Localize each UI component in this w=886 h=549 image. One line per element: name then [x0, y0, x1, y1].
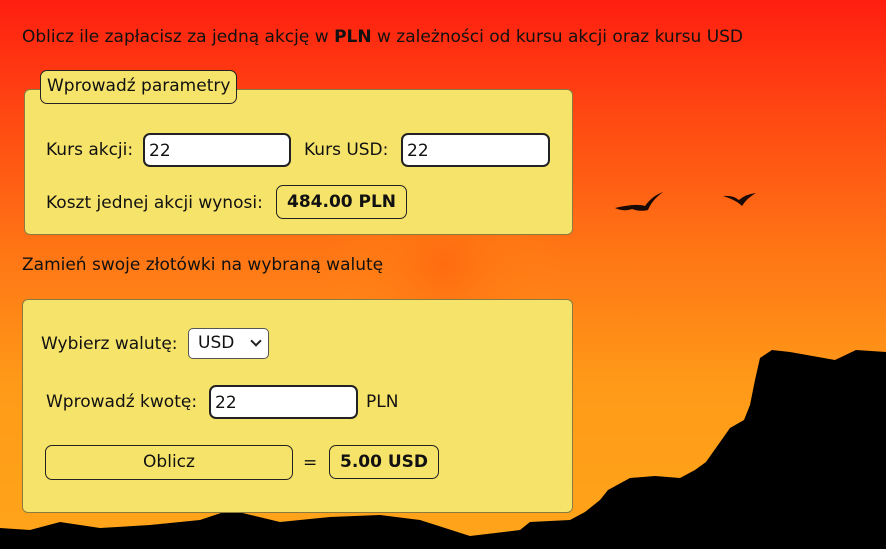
parameters-legend: Wprowadź parametry	[40, 70, 238, 104]
equals-sign: =	[303, 453, 318, 473]
amount-label: Wprowadź kwotę:	[46, 392, 198, 412]
stock-price-input[interactable]: 22	[143, 133, 291, 167]
chevron-down-icon	[250, 335, 262, 347]
conversion-result: 5.00 USD	[329, 445, 440, 479]
currency-label: Wybierz walutę:	[41, 334, 178, 354]
birds-icon	[615, 192, 756, 211]
cost-label: Koszt jednej akcji wynosi:	[46, 193, 263, 213]
amount-unit: PLN	[366, 392, 399, 412]
calculate-button[interactable]: Oblicz	[45, 445, 293, 480]
stock-price-label: Kurs akcji:	[46, 140, 134, 160]
currency-select[interactable]: USD	[188, 328, 269, 359]
usd-rate-label: Kurs USD:	[304, 140, 389, 160]
usd-rate-input[interactable]: 22	[401, 133, 550, 167]
currency-highlight: PLN	[334, 27, 372, 47]
cost-result: 484.00 PLN	[276, 185, 408, 219]
convert-subtitle: Zamień swoje złotówki na wybraną walutę	[22, 255, 384, 275]
amount-input[interactable]: 22	[209, 385, 358, 419]
intro-text: Oblicz ile zapłacisz za jedną akcję w PL…	[22, 27, 744, 47]
